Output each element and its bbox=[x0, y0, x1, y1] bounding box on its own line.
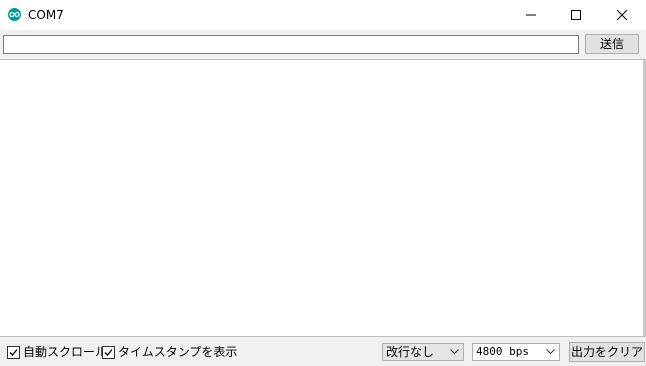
send-button[interactable]: 送信 bbox=[585, 34, 639, 54]
title-bar: COM7 bbox=[0, 0, 646, 30]
maximize-icon bbox=[571, 10, 581, 20]
checkbox-box[interactable] bbox=[7, 345, 20, 359]
checkmark-icon bbox=[9, 348, 18, 356]
close-icon bbox=[617, 10, 627, 20]
minimize-icon bbox=[526, 14, 536, 16]
serial-monitor-window: COM7 送信 自動スクロール タイムスタンプを表示 改行なし 4800 bps… bbox=[0, 0, 646, 366]
checkmark-icon bbox=[104, 348, 113, 356]
maximize-button[interactable] bbox=[553, 0, 599, 30]
minimize-button[interactable] bbox=[508, 0, 554, 30]
chevron-down-icon bbox=[450, 349, 459, 355]
arduino-icon bbox=[8, 8, 21, 21]
send-row: 送信 bbox=[0, 30, 646, 60]
clear-output-button[interactable]: 出力をクリア bbox=[569, 342, 645, 362]
serial-output[interactable] bbox=[0, 60, 646, 336]
chevron-down-icon bbox=[546, 349, 555, 355]
checkbox-box[interactable] bbox=[102, 345, 115, 359]
close-button[interactable] bbox=[599, 0, 645, 30]
autoscroll-checkbox[interactable]: 自動スクロール bbox=[7, 345, 107, 359]
autoscroll-label: 自動スクロール bbox=[23, 345, 108, 359]
window-title: COM7 bbox=[28, 8, 64, 22]
timestamp-label: タイムスタンプを表示 bbox=[118, 345, 238, 359]
baud-rate-select[interactable]: 4800 bps bbox=[472, 343, 560, 361]
status-bar: 自動スクロール タイムスタンプを表示 改行なし 4800 bps 出力をクリア bbox=[0, 336, 646, 366]
line-ending-value: 改行なし bbox=[386, 345, 435, 359]
baud-rate-value: 4800 bps bbox=[476, 345, 529, 358]
send-input[interactable] bbox=[3, 35, 579, 54]
timestamp-checkbox[interactable]: タイムスタンプを表示 bbox=[102, 345, 237, 359]
line-ending-select[interactable]: 改行なし bbox=[382, 343, 464, 361]
